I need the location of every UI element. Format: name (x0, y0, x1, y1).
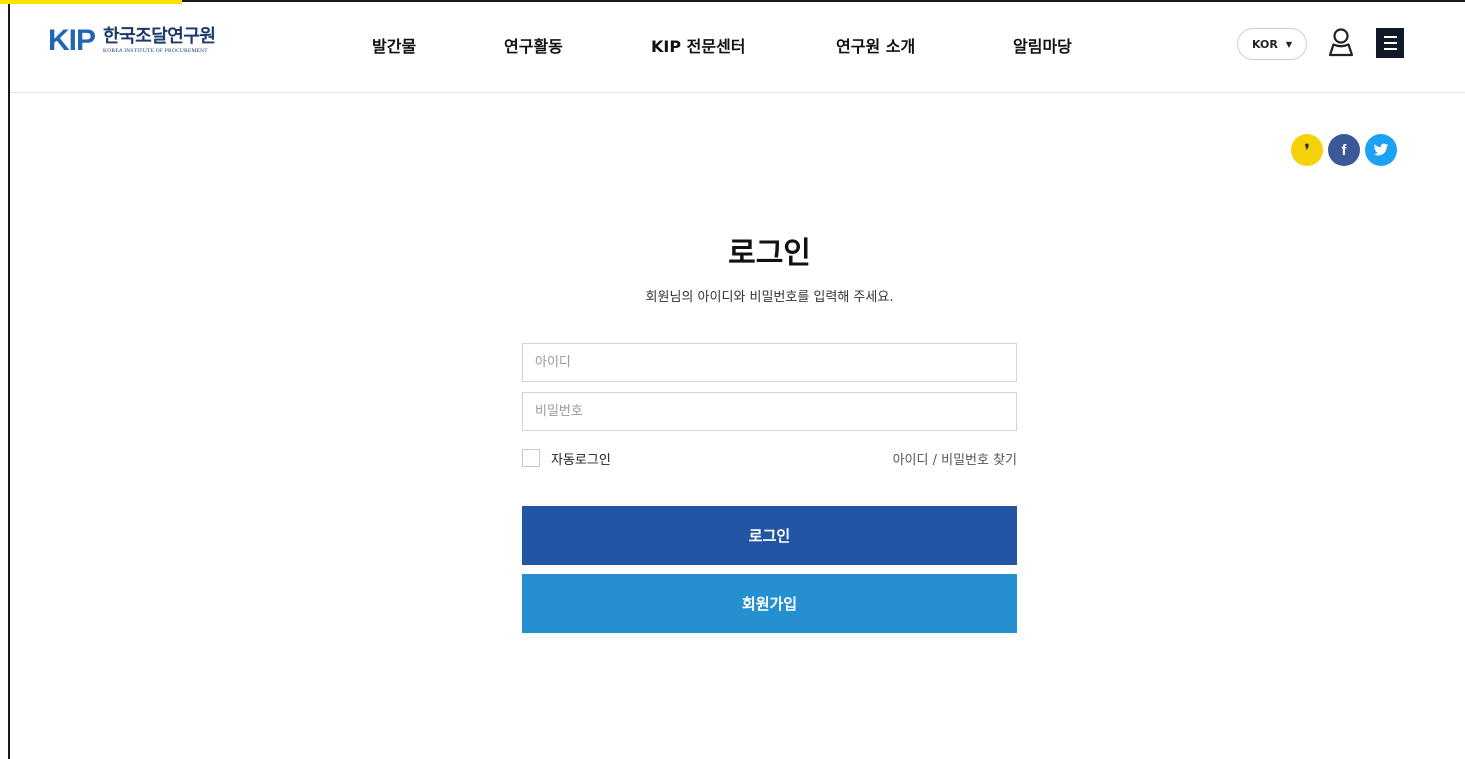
twitter-icon[interactable] (1365, 134, 1397, 166)
logo-subtitle: KOREA INSTITUTE OF PROCUREMENT (103, 48, 208, 54)
language-select[interactable]: KOR ▼ (1237, 28, 1307, 60)
nav-item-centers[interactable]: KIP 전문센터 (651, 33, 746, 57)
auto-login-option[interactable]: 자동로그인 (522, 449, 611, 468)
nav-item-publications[interactable]: 발간물 (372, 33, 416, 57)
logo-text: 한국조달연구원 KOREA INSTITUTE OF PROCUREMENT (103, 26, 216, 55)
login-options: 자동로그인 아이디 / 비밀번호 찾기 (522, 448, 1017, 468)
id-input[interactable] (522, 343, 1017, 382)
hamburger-menu-icon[interactable] (1376, 28, 1404, 58)
nav-item-about[interactable]: 연구원 소개 (836, 33, 915, 57)
nav-item-notice[interactable]: 알림마당 (1013, 33, 1072, 57)
login-button[interactable]: 로그인 (522, 506, 1017, 565)
chevron-down-icon: ▼ (1285, 39, 1292, 49)
logo-mark: KIP (48, 24, 96, 57)
logo-name: 한국조달연구원 (103, 26, 216, 47)
user-icon[interactable] (1328, 27, 1354, 57)
auto-login-label: 자동로그인 (551, 452, 611, 468)
signup-button[interactable]: 회원가입 (522, 574, 1017, 633)
window-frame-left (8, 0, 10, 759)
nav-item-research[interactable]: 연구활동 (504, 33, 563, 57)
site-logo[interactable]: KIP 한국조달연구원 KOREA INSTITUTE OF PROCUREME… (48, 24, 216, 57)
login-form: 로그인 회원님의 아이디와 비밀번호를 입력해 주세요. 자동로그인 아이디 /… (522, 229, 1017, 633)
language-value: KOR (1251, 37, 1278, 51)
find-id-password-link[interactable]: 아이디 / 비밀번호 찾기 (893, 449, 1017, 468)
kakaostory-icon[interactable]: ❜ (1291, 134, 1323, 166)
page-title: 로그인 (728, 236, 811, 271)
page-subtitle: 회원님의 아이디와 비밀번호를 입력해 주세요. (645, 290, 894, 305)
site-header: KIP 한국조달연구원 KOREA INSTITUTE OF PROCUREME… (10, 2, 1465, 93)
facebook-icon[interactable]: f (1328, 134, 1360, 166)
auto-login-checkbox[interactable] (522, 449, 540, 467)
password-input[interactable] (522, 392, 1017, 431)
share-buttons: ❜ f (1291, 134, 1397, 166)
